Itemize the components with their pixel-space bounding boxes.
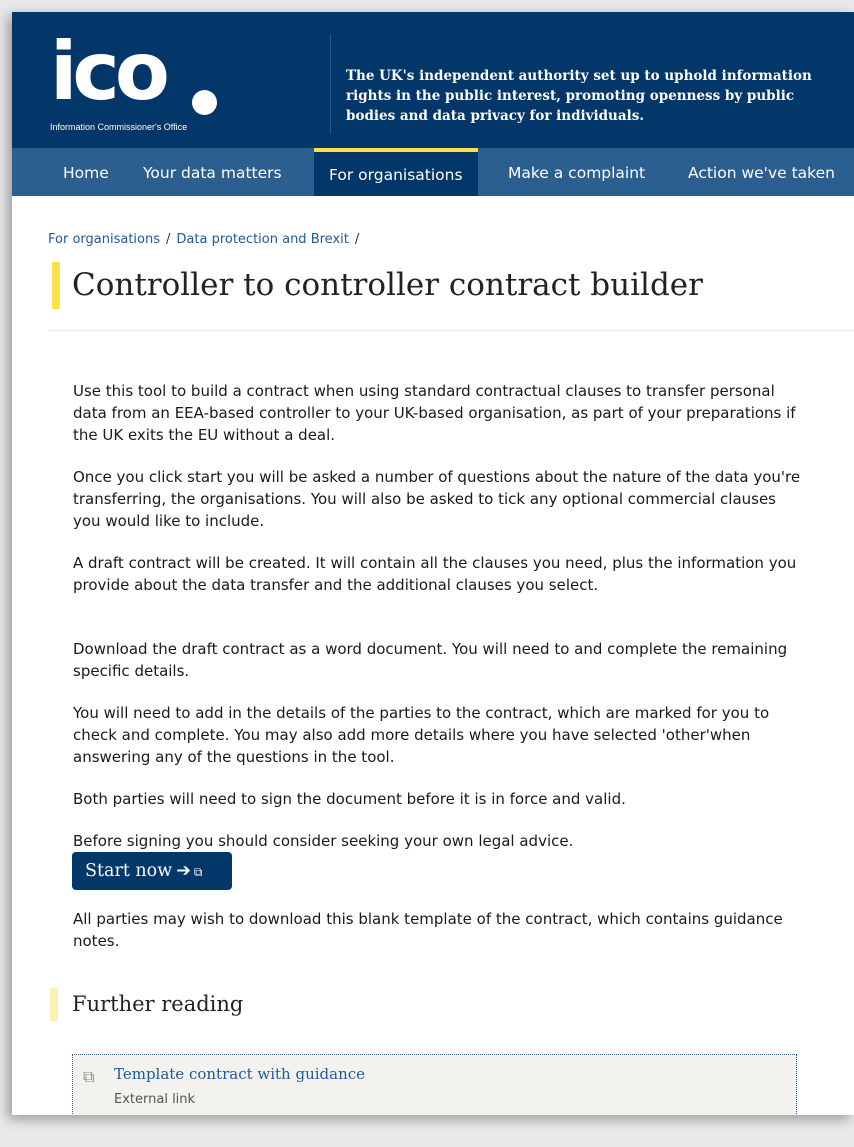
breadcrumb-link-brexit[interactable]: Data protection and Brexit [176, 232, 348, 247]
nav-item-action-taken[interactable]: Action we've taken [688, 148, 835, 196]
logo-dot [192, 90, 217, 115]
start-now-button[interactable]: Start now ➔ ⧉ [72, 852, 232, 890]
intro-paragraph: Use this tool to build a contract when u… [73, 382, 796, 444]
nav-item-your-data-matters[interactable]: Your data matters [143, 148, 282, 196]
nav-item-home[interactable]: Home [63, 148, 109, 196]
title-accent-bar [52, 262, 60, 309]
breadcrumb-separator: / [166, 232, 171, 247]
logo-subtitle: Information Commissioner's Office [50, 122, 188, 132]
breadcrumb-separator: / [354, 232, 360, 247]
template-contract-link[interactable]: Template contract with guidance [114, 1065, 365, 1083]
start-button-label: Start now [85, 861, 173, 881]
breadcrumb: For organisations / Data protection and Br… [48, 232, 365, 247]
browser-frame: ico Information Commissioner's Office Th… [12, 12, 854, 1115]
paragraph-sign: Both parties will need to sign the docum… [73, 790, 626, 808]
main-navigation: Home Your data matters For organisations… [12, 148, 854, 196]
paragraph-draft-contract: A draft contract will be created. It wil… [73, 554, 797, 594]
external-link-icon: ⧉ [83, 1067, 95, 1086]
paragraph-legal-advice: Before signing you should consider seeki… [73, 832, 574, 850]
further-reading-accent-bar [50, 988, 58, 1021]
paragraph-questions: Once you click start you will be asked a… [73, 468, 801, 530]
further-reading-link-card[interactable]: ⧉ Template contract with guidance Extern… [72, 1054, 797, 1115]
external-link-icon: ⧉ [193, 865, 203, 879]
link-type-label: External link [114, 1092, 196, 1107]
logo-text: ico [50, 25, 170, 118]
further-reading-heading: Further reading [72, 992, 244, 1016]
site-tagline: The UK's independent authority set up to… [346, 68, 812, 124]
paragraph-download: Download the draft contract as a word do… [73, 640, 788, 680]
arrow-right-icon: ➔ [176, 861, 191, 881]
nav-item-make-a-complaint[interactable]: Make a complaint [508, 148, 645, 196]
paragraph-details: You will need to add in the details of t… [73, 704, 770, 766]
breadcrumb-link-for-organisations[interactable]: For organisations [48, 232, 160, 247]
page-title: Controller to controller contract builde… [72, 267, 703, 303]
template-note: All parties may wish to download this bl… [73, 910, 783, 950]
nav-item-for-organisations[interactable]: For organisations [314, 148, 478, 196]
masthead: ico Information Commissioner's Office Th… [12, 12, 854, 148]
masthead-divider [330, 34, 331, 134]
ico-logo[interactable]: ico [50, 32, 170, 112]
title-divider [48, 330, 854, 331]
